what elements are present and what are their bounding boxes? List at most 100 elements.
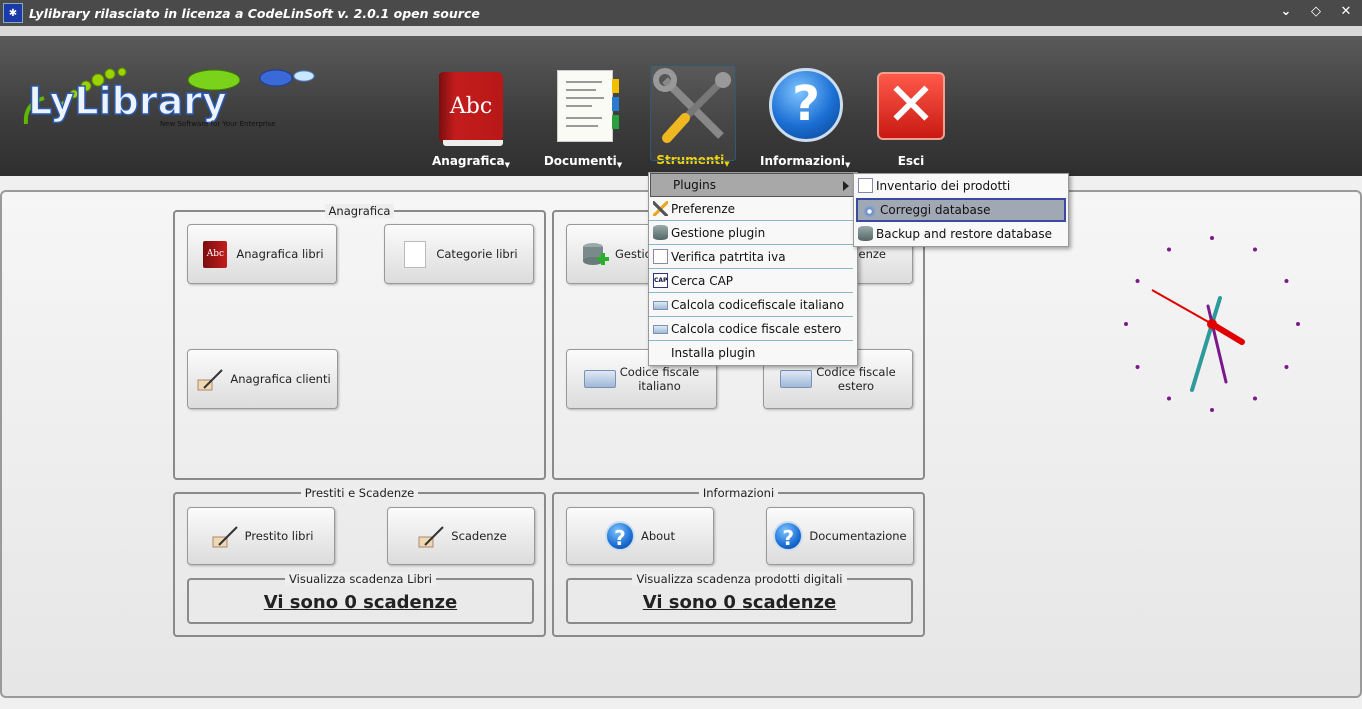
menu-item-gestione-plugin[interactable]: Gestione plugin [649,221,853,245]
toolbar-documenti[interactable]: Documenti▼ [538,66,628,174]
clock-marker [1284,279,1289,283]
id-card-icon [583,364,616,394]
menu-item-plugins[interactable]: Plugins [650,173,856,197]
window-title: Lylibrary rilasciato in licenza a CodeLi… [29,5,480,21]
cap-icon: CAP [653,273,668,288]
toolbar-strumenti[interactable]: Strumenti▼ [648,65,738,174]
notebook-icon [545,66,621,142]
anagrafica-libri-label: Anagrafica libri [236,247,324,261]
scadenze-digitali-title: Visualizza scadenza prodotti digitali [632,572,847,586]
clock-marker [1124,322,1128,326]
anagrafica-libri-button[interactable]: Abc Anagrafica libri [187,224,337,284]
scadenze-digitali-value[interactable]: Vi sono 0 scadenze [568,592,911,613]
toolbar-esci[interactable]: ✕ Esci [866,66,956,174]
strumenti-menu: Plugins Preferenze Gestione plugin Verif… [648,172,858,366]
clock-minute-hand [1190,322,1214,392]
toolbar-informazioni-label: Informazioni [760,154,845,168]
app-icon: ✱ [3,3,23,23]
clock-hub [1207,319,1217,329]
group-anagrafica-title: Anagrafica [324,204,395,218]
toolbar-informazioni[interactable]: ? Informazioni▼ [760,66,850,174]
scadenze-button[interactable]: Scadenze [387,507,535,565]
codice-fiscale-italiano-label: Codice fiscale italiano [619,365,700,393]
codice-fiscale-estero-label: Codice fiscale estero [816,365,896,393]
menu-strip [0,26,1362,36]
lylibrary-logo: LyLibrary New Software for Your Enterpri… [23,67,315,128]
exit-icon: ✕ [873,66,949,142]
submenu-item-correggi-database[interactable]: Correggi database [856,198,1066,222]
database-add-icon [579,239,609,269]
prestito-libri-button[interactable]: Prestito libri [187,507,335,565]
clock-marker [1135,365,1140,369]
clock-hour-hand-tail [1151,289,1213,325]
maximize-icon[interactable]: ◇ [1308,3,1324,21]
document-icon [858,178,873,193]
svg-text:LyLibrary: LyLibrary [28,79,227,123]
signature-icon [415,521,445,551]
toolbar-esci-label: Esci [897,154,925,168]
submenu-item-inventario[interactable]: Inventario dei prodotti [854,174,1068,198]
group-prestiti-title: Prestiti e Scadenze [300,486,419,500]
menu-item-cerca-cap-label: Cerca CAP [671,273,734,288]
clock-marker [1167,247,1171,252]
document-icon [653,249,668,264]
tools-icon [653,201,668,216]
chevron-right-icon [843,181,849,191]
help-icon: ? [604,521,635,551]
menu-item-installa-plugin[interactable]: Installa plugin [649,341,857,365]
menu-item-verifica-partita-iva[interactable]: Verifica patrtita iva [649,245,853,269]
signature-icon [209,521,239,551]
address-book-icon: Abc [433,66,509,146]
documentazione-label: Documentazione [809,529,907,543]
menu-item-cf-italiano-label: Calcola codicefiscale italiano [671,297,845,312]
scadenze-libri-banner: Visualizza scadenza Libri Vi sono 0 scad… [187,572,534,624]
menu-item-preferenze[interactable]: Preferenze [649,197,853,221]
scadenze-digitali-banner: Visualizza scadenza prodotti digitali Vi… [566,572,913,624]
clock-marker [1135,279,1140,283]
database-icon [653,225,668,240]
anagrafica-clienti-button[interactable]: Anagrafica clienti [187,349,338,409]
id-card-icon [780,364,812,394]
clock-marker [1284,365,1289,369]
categorie-libri-button[interactable]: Categorie libri [384,224,534,284]
about-label: About [640,529,675,543]
menu-item-verifica-label: Verifica patrtita iva [671,249,786,264]
clock-marker [1210,408,1214,412]
anagrafica-clienti-label: Anagrafica clienti [230,372,331,386]
group-prestiti-scadenze: Prestiti e Scadenze Prestito libri Scade… [173,486,546,637]
scadenze-libri-title: Visualizza scadenza Libri [285,572,436,586]
menu-item-installa-plugin-label: Installa plugin [671,346,756,360]
menu-item-gestione-plugin-label: Gestione plugin [671,225,766,240]
scadenze-label: Scadenze [451,529,507,543]
id-card-icon [653,301,668,310]
prestito-libri-label: Prestito libri [244,529,314,543]
minimize-icon[interactable]: ⌄ [1278,3,1294,21]
toolbar-anagrafica[interactable]: Abc Anagrafica▼ [426,66,516,174]
group-anagrafica: Anagrafica Abc Anagrafica libri Categori… [173,204,546,480]
clock-second-hand [1206,304,1228,384]
about-button[interactable]: ? About [566,507,714,565]
window-controls: ⌄ ◇ ✕ [1278,3,1354,21]
scadenze-libri-value[interactable]: Vi sono 0 scadenze [189,592,532,613]
menu-item-preferenze-label: Preferenze [671,201,736,216]
documentazione-button[interactable]: ? Documentazione [766,507,914,565]
notebook-icon [400,239,430,269]
clock-marker [1210,236,1214,240]
tools-icon [650,65,736,161]
categorie-libri-label: Categorie libri [436,247,518,261]
book-icon: Abc [200,239,230,269]
group-informazioni-title: Informazioni [698,486,779,500]
submenu-item-inventario-label: Inventario dei prodotti [876,179,1011,193]
menu-item-codicefiscale-estero[interactable]: Calcola codice fiscale estero [649,317,853,341]
close-icon[interactable]: ✕ [1338,3,1354,21]
id-card-icon [653,325,668,334]
menu-item-cerca-cap[interactable]: CAP Cerca CAP [649,269,853,293]
submenu-item-backup-label: Backup and restore database [876,227,1053,241]
menu-item-codicefiscale-italiano[interactable]: Calcola codicefiscale italiano [649,293,853,317]
backup-icon [858,226,873,241]
submenu-item-backup-restore[interactable]: Backup and restore database [854,222,1068,246]
clock-marker [1167,396,1171,401]
menu-item-plugins-label: Plugins [673,178,716,192]
scadenze-strumenti-label: enze [858,247,886,261]
clock-marker [1253,247,1257,252]
